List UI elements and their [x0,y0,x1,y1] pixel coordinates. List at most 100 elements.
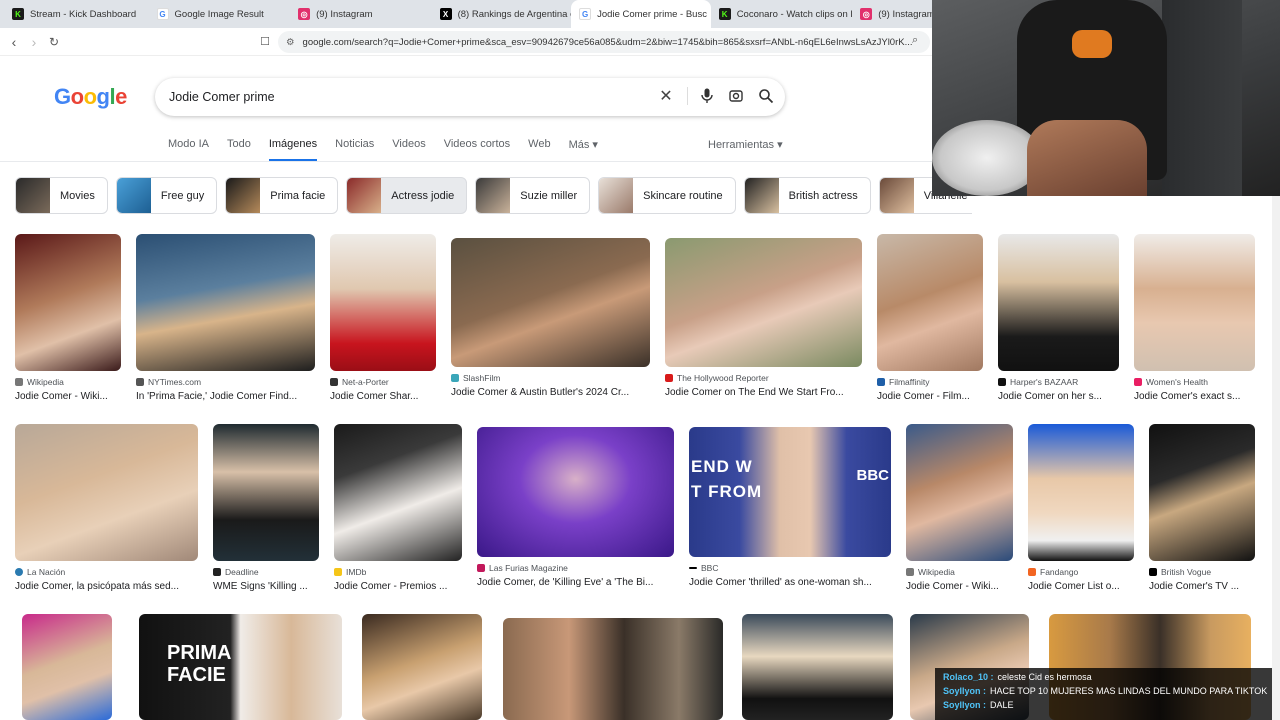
source-favicon-icon [15,568,23,576]
image-result[interactable]: Deadline WME Signs 'Killing ... [213,424,319,592]
tab-videos[interactable]: Videos [392,138,425,162]
source-favicon-icon [665,374,673,382]
site-info-icon[interactable]: ⚙ [286,37,295,48]
source-favicon-icon [906,568,914,576]
chat-message: Soyllyon : HACE TOP 10 MUJERES MAS LINDAS… [943,686,1268,696]
image-result[interactable]: Net-a-Porter Jodie Comer Shar... [330,234,436,402]
image-result[interactable]: Wikipedia Jodie Comer - Wiki... [906,424,1013,592]
person-hair [932,120,1042,196]
tab-videos-cortos[interactable]: Videos cortos [444,138,510,162]
result-thumbnail [1149,424,1255,561]
chip-thumbnail [347,178,382,213]
image-result[interactable]: La Nación Jodie Comer, la psicópata más … [15,424,198,592]
image-result[interactable]: END W T FROM BBC BBC Jodie Comer 'thrill… [689,427,891,588]
result-thumbnail [503,618,723,720]
zoom-icon[interactable]: ⌕ [912,34,918,47]
tab-mas[interactable]: Más ▾ [569,138,598,162]
image-result[interactable]: Women's Health Jodie Comer's exact s... [1134,234,1255,402]
result-thumbnail [15,234,121,371]
related-chips: Movies Free guy Prima facie Actress jodi… [15,177,972,214]
result-thumbnail: END W T FROM BBC [689,427,891,557]
page-scrollbar[interactable] [1272,196,1280,720]
result-thumbnail [1028,424,1134,561]
chip-suzie-miller[interactable]: Suzie miller [475,177,591,214]
clear-icon[interactable]: ✕ [657,87,675,105]
source-favicon-icon [1134,378,1142,386]
door [1162,0,1242,196]
tab-modo-ia[interactable]: Modo IA [168,138,209,162]
result-thumbnail [906,424,1013,561]
browser-tab[interactable]: ◎ (9) Instagram [290,0,432,28]
image-result[interactable]: Las Furias Magazine Jodie Comer, de 'Kil… [477,427,674,588]
result-thumbnail [477,427,674,557]
instagram-icon: ◎ [298,8,311,20]
browser-tab[interactable]: KCoconaro - Watch clips on Kick [711,0,852,28]
url-field[interactable]: ⚙ google.com/search?q=Jodie+Comer+prime&… [278,31,930,53]
image-result[interactable]: Wikipedia Jodie Comer - Wiki... [15,234,121,402]
search-input[interactable]: Jodie Comer prime ✕ [155,78,785,116]
tab-todo[interactable]: Todo [227,138,251,162]
image-result[interactable]: Filmaffinity Jodie Comer - Film... [877,234,983,402]
x-icon: X [439,8,452,20]
kick-icon: K [718,8,731,20]
browser-tab[interactable]: K Stream - Kick Dashboard [4,0,149,28]
tab-imagenes[interactable]: Imágenes [268,138,318,162]
chip-thumbnail [16,178,50,213]
source-favicon-icon [1149,568,1157,576]
chat-message: Rolaco_10 : celeste Cid es hermosa [943,672,1092,682]
search-type-tabs: Modo IA Todo Imágenes Noticias Videos Vi… [168,138,616,162]
forward-icon[interactable]: › [24,34,44,50]
chip-movies[interactable]: Movies [15,177,108,214]
browser-tab[interactable]: ◎ (9) Instagram [852,0,932,28]
browser-tab[interactable]: X (8) Rankings de Argentina on [432,0,571,28]
image-result[interactable]: Fandango Jodie Comer List o... [1028,424,1134,592]
image-result[interactable]: IMDb Jodie Comer - Premios ... [334,424,462,592]
image-result[interactable]: The Hollywood Reporter Jodie Comer on Th… [665,238,862,398]
chip-skincare-routine[interactable]: Skincare routine [598,177,736,214]
chip-thumbnail [744,178,779,213]
chip-thumbnail [226,178,261,213]
chip-thumbnail [476,178,511,213]
result-thumbnail [15,424,198,561]
chip-free-guy[interactable]: Free guy [115,177,218,214]
chip-prima-facie[interactable]: Prima facie [225,177,339,214]
tools-button[interactable]: Herramientas ▾ [708,138,783,151]
camera-search-icon[interactable] [727,87,745,105]
image-result[interactable] [362,614,482,720]
divider [0,161,932,162]
image-result[interactable]: Harper's BAZAAR Jodie Comer on her s... [998,234,1119,402]
tab-web[interactable]: Web [528,138,550,162]
chip-british-actress[interactable]: British actress [743,177,871,214]
source-favicon-icon [451,374,459,382]
google-icon: G [579,8,592,20]
google-logo[interactable]: Google [54,84,127,110]
image-result[interactable]: British Vogue Jodie Comer's TV ... [1149,424,1255,592]
browser-tab-active[interactable]: GJodie Comer prime - Busc✕ [571,0,711,28]
source-favicon-icon [477,564,485,572]
image-result[interactable]: NYTimes.com In 'Prima Facie,' Jodie Come… [136,234,315,402]
source-favicon-icon [330,378,338,386]
source-favicon-icon [689,567,697,569]
image-result[interactable] [742,614,893,720]
image-result[interactable]: PRIMA FACIE [139,614,342,720]
chip-thumbnail [879,178,914,213]
back-icon[interactable]: ‹ [4,34,24,50]
tab-noticias[interactable]: Noticias [335,138,374,162]
image-result[interactable] [503,618,723,720]
result-thumbnail [665,238,862,367]
kick-icon: K [12,8,24,20]
browser-tab[interactable]: G Google Image Result [149,0,291,28]
search-icon[interactable] [757,87,775,105]
address-bar-row: ‹ › ↻ ☐ ⚙ google.com/search?q=Jodie+Come… [0,28,932,56]
image-result[interactable]: SlashFilm Jodie Comer & Austin Butler's … [451,238,650,398]
source-favicon-icon [877,378,885,386]
source-favicon-icon [15,378,23,386]
person-body [1027,120,1147,196]
bookmark-icon[interactable]: ☐ [255,35,275,48]
source-favicon-icon [213,568,221,576]
image-result[interactable] [22,614,112,720]
microphone-icon[interactable] [687,87,715,105]
result-thumbnail [136,234,315,371]
chip-actress-jodie[interactable]: Actress jodie [346,177,468,214]
reload-icon[interactable]: ↻ [44,35,64,49]
